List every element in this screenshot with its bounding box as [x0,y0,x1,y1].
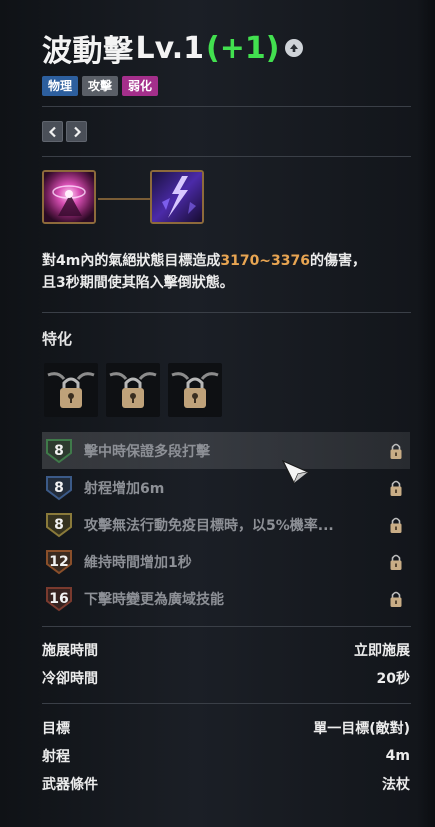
stat-weapon: 武器條件 法杖 [42,772,410,796]
description-line-2: 且3秒期間使其陷入擊倒狀態。 [42,275,234,291]
level-badge: 16 [44,586,74,612]
level-number: 8 [54,516,64,533]
level-number: 8 [54,442,64,459]
stat-label: 武器條件 [42,777,98,793]
stat-target: 目標 單一目標(敵對) [42,716,410,740]
mouse-cursor-icon [282,459,310,485]
skill-tags: 物理 攻擊 弱化 [42,76,159,96]
stat-label: 射程 [42,749,70,765]
padlock-icon [390,443,402,459]
tag-physical: 物理 [42,76,79,96]
stat-label: 冷卻時間 [42,671,98,687]
next-skill-button[interactable] [66,121,87,142]
stat-label: 目標 [42,721,70,737]
specialization-text: 射程增加6m [84,480,165,497]
panel-edge-shade [417,0,435,827]
padlock-icon [390,554,402,570]
level-badge: 8 [44,438,74,464]
specialization-row[interactable]: 8 攻擊無法行動免疫目標時，以5%機率... [42,506,410,543]
specialization-row[interactable]: 8 擊中時保證多段打擊 [42,432,410,469]
lightning-strike-icon [152,172,202,222]
stat-value: 法杖 [382,777,410,793]
skill-title: 波動擊 Lv.1 (+1) [42,28,304,69]
chained-padlock-icon [171,372,219,408]
stat-cast-time: 施展時間 立即施展 [42,638,410,662]
stat-value: 20秒 [376,671,410,687]
magic-strike-icon [44,172,94,222]
specialization-slots [44,363,222,417]
stat-value: 單一目標(敵對) [313,721,410,737]
divider [42,156,411,157]
skill-description: 對4m內的氣絕狀態目標造成3170~3376的傷害， 且3秒期間使其陷入擊倒狀態… [42,250,414,294]
specialization-text: 下擊時變更為廣域技能 [84,591,224,608]
level-number: 8 [54,479,64,496]
divider [42,703,411,704]
skill-icon-base[interactable] [42,170,96,224]
padlock-icon [390,480,402,496]
specialization-title: 特化 [42,330,73,348]
specialization-text: 維持時間增加1秒 [84,554,192,571]
divider [42,312,411,313]
specialization-row[interactable]: 8 射程增加6m [42,469,410,506]
stat-label: 施展時間 [42,643,98,659]
chevron-right-icon [73,126,81,137]
padlock-icon [390,591,402,607]
specialization-row[interactable]: 12 維持時間增加1秒 [42,543,410,580]
skill-level: Lv.1 [135,30,205,66]
locked-slot[interactable] [106,363,160,417]
divider [42,626,411,627]
prev-skill-button[interactable] [42,121,63,142]
chained-padlock-icon [47,372,95,408]
chevron-left-icon [48,126,56,137]
level-badge: 8 [44,475,74,501]
locked-slot[interactable] [168,363,222,417]
level-badge: 8 [44,512,74,538]
stat-range: 射程 4m [42,744,410,768]
level-number: 12 [49,553,69,570]
description-line-1: 對4m內的氣絕狀態目標造成3170~3376的傷害， [42,250,414,272]
specialization-text: 擊中時保證多段打擊 [84,443,210,460]
chained-padlock-icon [109,372,157,408]
level-badge: 12 [44,549,74,575]
description-text: 的傷害， [310,253,367,269]
tag-attack: 攻擊 [82,76,119,96]
specialization-text: 攻擊無法行動免疫目標時，以5%機率... [84,517,334,534]
skill-chain [42,170,212,226]
stat-cooldown: 冷卻時間 20秒 [42,666,410,690]
level-number: 16 [49,590,69,607]
stat-value: 4m [385,748,410,764]
divider [42,106,411,107]
stat-value: 立即施展 [354,643,410,659]
skill-icon-evolved[interactable] [150,170,204,224]
padlock-icon [390,517,402,533]
arrow-up-circle-icon[interactable] [285,39,304,57]
specialization-row[interactable]: 16 下擊時變更為廣域技能 [42,580,410,617]
damage-range: 3170~3376 [220,253,311,269]
skill-level-bonus: (+1) [206,30,280,66]
locked-slot[interactable] [44,363,98,417]
skill-name: 波動擊 [42,34,134,69]
tag-weaken: 弱化 [122,76,159,96]
skill-nav [42,121,87,142]
specialization-list: 8 擊中時保證多段打擊 8 射程增加6m 8 攻擊無法行動免疫目標時，以5%機率… [42,432,410,617]
description-text: 對4m內的氣絕狀態目標造成 [42,253,221,269]
